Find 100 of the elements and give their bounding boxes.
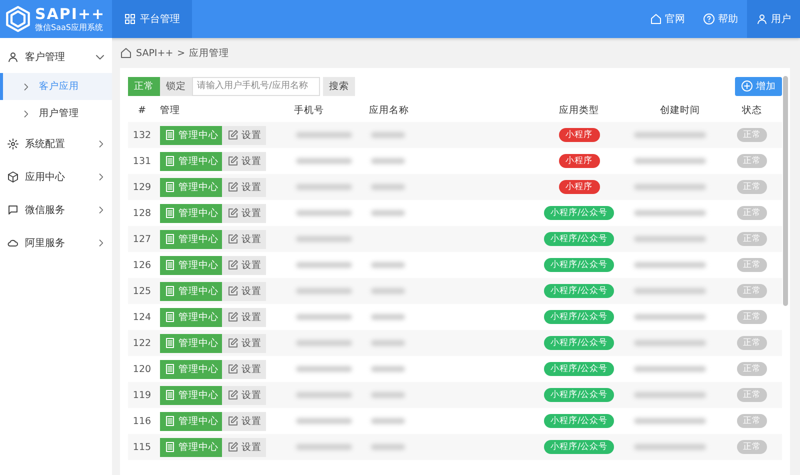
row-number: 125 (132, 286, 152, 296)
redacted-text (371, 210, 405, 216)
redacted-text (296, 184, 352, 190)
redacted-text (634, 392, 706, 398)
column-header: 应用类型 (558, 104, 600, 116)
type-tag: 小程序/公众号 (544, 336, 614, 350)
redacted-text (371, 418, 405, 424)
document-icon (164, 441, 176, 453)
document-icon (164, 181, 176, 193)
logo-subtitle: 微信SaaS应用系统 (35, 24, 104, 32)
document-icon (164, 285, 176, 297)
grid-icon (124, 13, 136, 25)
redacted-text (634, 366, 706, 372)
column-header: 应用名称 (368, 104, 410, 116)
row-number: 116 (132, 416, 152, 426)
document-icon (164, 363, 176, 375)
redacted-text (634, 288, 706, 294)
header-link[interactable]: 用户 (747, 0, 800, 38)
breadcrumb-item: 应用管理 (189, 46, 230, 60)
redacted-text (371, 158, 405, 164)
row-number: 132 (132, 130, 152, 140)
document-icon (164, 337, 176, 349)
document-icon (164, 259, 176, 271)
redacted-text (296, 236, 352, 242)
type-tag: 小程序/公众号 (544, 362, 614, 376)
edit-icon (226, 363, 238, 375)
redacted-text (296, 366, 352, 372)
document-icon (164, 155, 176, 167)
redacted-text (296, 158, 352, 164)
redacted-text (296, 288, 352, 294)
settings-button[interactable]: 设置 (222, 230, 266, 248)
edit-icon (226, 311, 238, 323)
document-icon (164, 389, 176, 401)
redacted-text (634, 158, 706, 164)
settings-button[interactable]: 设置 (222, 256, 266, 274)
row-number: 120 (132, 364, 152, 374)
settings-button[interactable]: 设置 (222, 386, 266, 404)
document-icon (164, 415, 176, 427)
redacted-text (296, 340, 352, 346)
help-icon (703, 13, 715, 25)
redacted-text (371, 314, 405, 320)
header-link[interactable]: 官网 (641, 0, 694, 38)
filter-tab[interactable]: 锁定 (160, 76, 192, 96)
redacted-text (634, 236, 706, 242)
settings-button[interactable]: 设置 (222, 308, 266, 326)
row-number: 119 (132, 390, 152, 400)
type-tag: 小程序 (558, 154, 600, 168)
column-header: 创建时间 (659, 104, 701, 116)
logo-title: SAPI++ (35, 6, 106, 22)
redacted-text (371, 132, 405, 138)
document-icon (164, 207, 176, 219)
settings-button[interactable]: 设置 (222, 360, 266, 378)
settings-button[interactable]: 设置 (222, 282, 266, 300)
redacted-text (296, 418, 352, 424)
type-tag: 小程序/公众号 (544, 414, 614, 428)
scrollbar[interactable] (783, 76, 788, 306)
settings-button[interactable]: 设置 (222, 204, 266, 222)
settings-button[interactable]: 设置 (222, 334, 266, 352)
sidebar-item[interactable]: 微信服务 (0, 193, 112, 226)
row-number: 126 (132, 260, 152, 270)
redacted-text (634, 418, 706, 424)
edit-icon (226, 389, 238, 401)
user-icon (7, 50, 19, 62)
header-link[interactable]: 帮助 (694, 0, 747, 38)
sidebar-item[interactable]: 客户管理 (0, 40, 112, 73)
settings-button[interactable]: 设置 (222, 412, 266, 430)
sidebar-item[interactable]: 阿里服务 (0, 226, 112, 259)
document-icon (164, 233, 176, 245)
type-tag: 小程序/公众号 (544, 284, 614, 298)
edit-icon (226, 415, 238, 427)
breadcrumb-item[interactable]: SAPI++ (136, 48, 174, 58)
redacted-text (296, 392, 352, 398)
edit-icon (226, 181, 238, 193)
row-number: 124 (132, 312, 152, 322)
search-field[interactable]: 请输入用户手机号/应用名称 (192, 76, 320, 96)
edit-icon (226, 259, 238, 271)
redacted-text (634, 210, 706, 216)
row-number: 131 (132, 156, 152, 166)
row-number: 128 (132, 208, 152, 218)
search-button[interactable]: 搜索 (323, 76, 355, 96)
redacted-text (296, 444, 352, 450)
redacted-text (634, 132, 706, 138)
sidebar-item[interactable]: 应用中心 (0, 160, 112, 193)
chat-icon (7, 204, 19, 216)
edit-icon (226, 337, 238, 349)
type-tag: 小程序/公众号 (544, 440, 614, 454)
redacted-text (634, 184, 706, 190)
sidebar-item[interactable]: 系统配置 (0, 127, 112, 160)
nav-tab[interactable]: 平台管理 (112, 0, 192, 38)
settings-button[interactable]: 设置 (222, 152, 266, 170)
settings-button[interactable]: 设置 (222, 438, 266, 456)
redacted-text (371, 262, 405, 268)
type-tag: 小程序 (558, 128, 600, 142)
user-icon (756, 13, 768, 25)
settings-button[interactable]: 设置 (222, 126, 266, 144)
type-tag: 小程序/公众号 (544, 310, 614, 324)
type-tag: 小程序/公众号 (544, 232, 614, 246)
type-tag: 小程序/公众号 (544, 258, 614, 272)
settings-button[interactable]: 设置 (222, 178, 266, 196)
row-number: 129 (132, 182, 152, 192)
